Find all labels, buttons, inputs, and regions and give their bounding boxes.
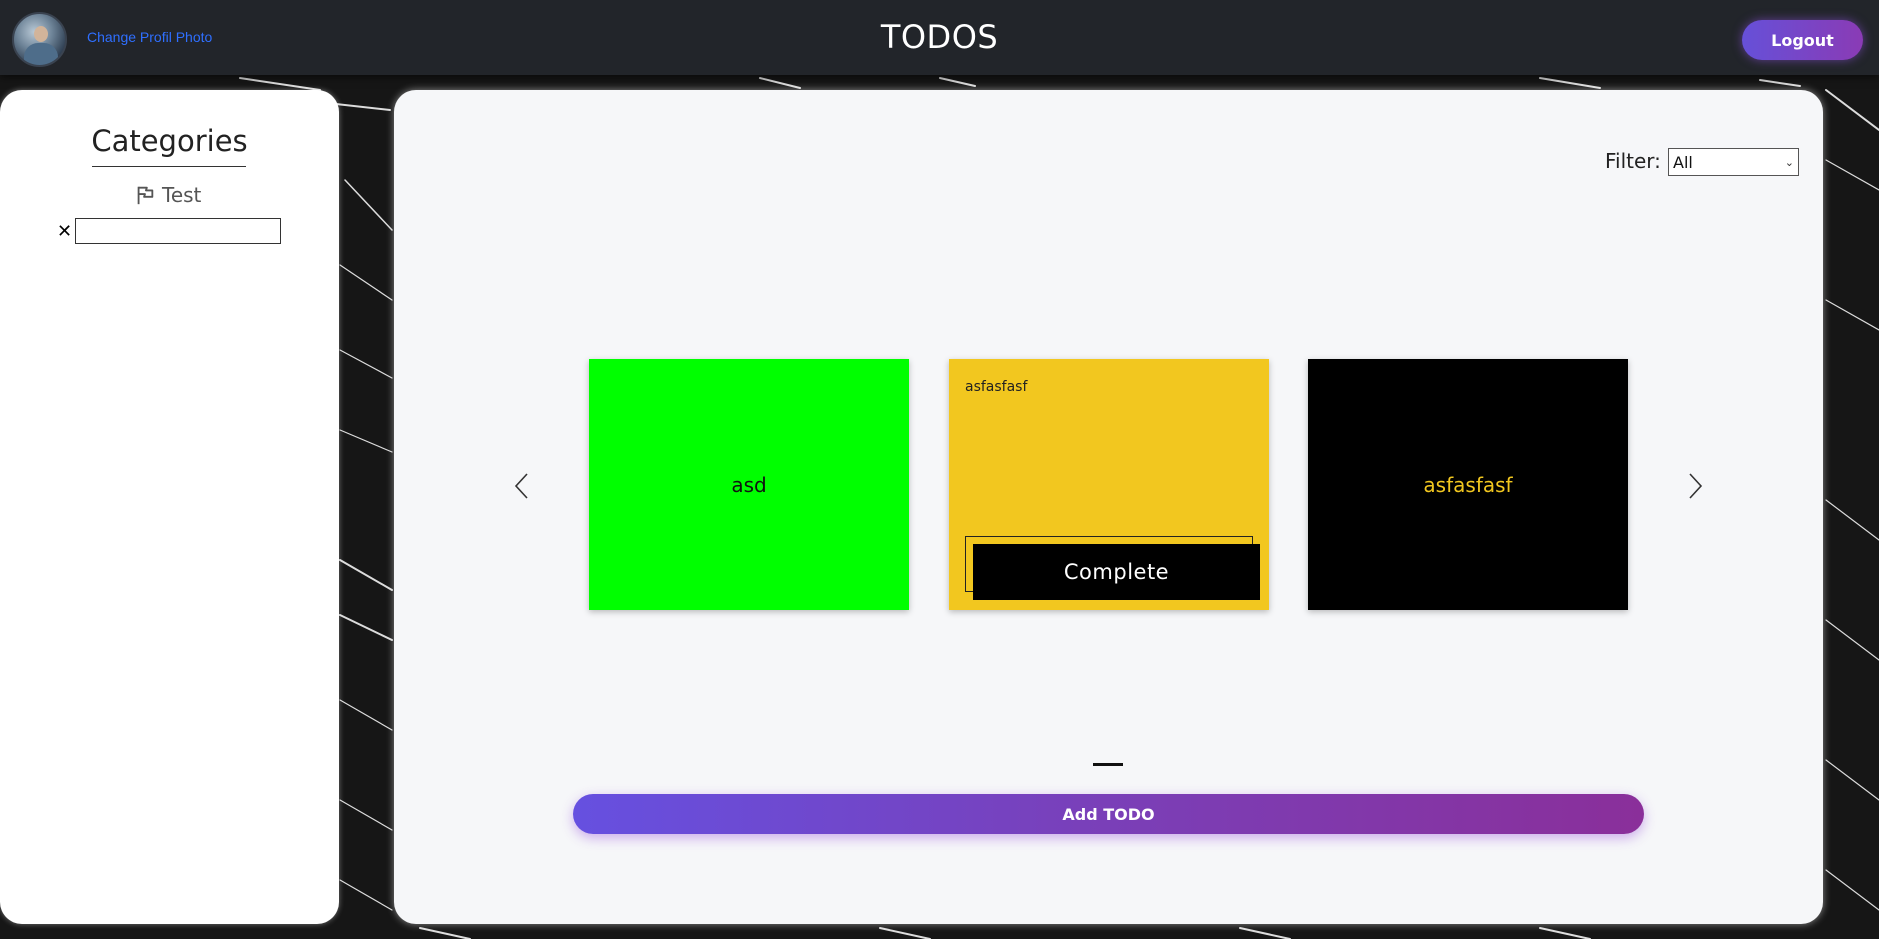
categories-title: Categories	[91, 124, 248, 158]
todo-card-text: asfasfasf	[965, 379, 1028, 395]
flag-icon	[137, 186, 154, 205]
filter-label: Filter:	[1605, 149, 1661, 173]
todo-card[interactable]: asfasfasf	[1308, 359, 1628, 610]
todo-card-text: asd	[731, 473, 767, 497]
add-todo-button[interactable]: Add TODO	[573, 794, 1644, 834]
page-title: TODOS	[880, 18, 999, 56]
todo-card-active[interactable]: asfasfasf Complete	[949, 359, 1269, 610]
chevron-left-icon	[514, 473, 528, 499]
category-item-test[interactable]: Test	[134, 183, 201, 207]
profile-avatar[interactable]	[12, 12, 67, 67]
complete-button-frame: Complete	[965, 536, 1260, 600]
categories-title-underline	[92, 166, 246, 167]
categories-sidebar	[0, 90, 339, 924]
complete-button[interactable]: Complete	[973, 544, 1260, 600]
filter-select[interactable]: All ⌄	[1668, 148, 1799, 176]
top-navbar: Change Profil Photo TODOS Logout	[0, 0, 1879, 75]
carousel-prev-button[interactable]	[507, 468, 537, 504]
todo-card-text: asfasfasf	[1423, 473, 1513, 497]
new-category-input[interactable]	[75, 218, 281, 244]
carousel-next-button[interactable]	[1680, 468, 1710, 504]
carousel-indicator[interactable]	[1093, 763, 1123, 766]
avatar-body	[24, 43, 58, 65]
close-icon[interactable]: ✕	[57, 221, 73, 242]
todo-card[interactable]: asd	[589, 359, 909, 610]
new-category-row: ✕	[57, 218, 281, 244]
avatar-head	[34, 26, 48, 42]
chevron-right-icon	[1689, 473, 1703, 499]
category-item-label: Test	[162, 183, 202, 207]
change-profile-photo-link[interactable]: Change Profil Photo	[87, 29, 212, 45]
chevron-down-icon: ⌄	[1784, 155, 1794, 169]
logout-button[interactable]: Logout	[1742, 20, 1863, 60]
filter-selected-value: All	[1673, 152, 1693, 172]
